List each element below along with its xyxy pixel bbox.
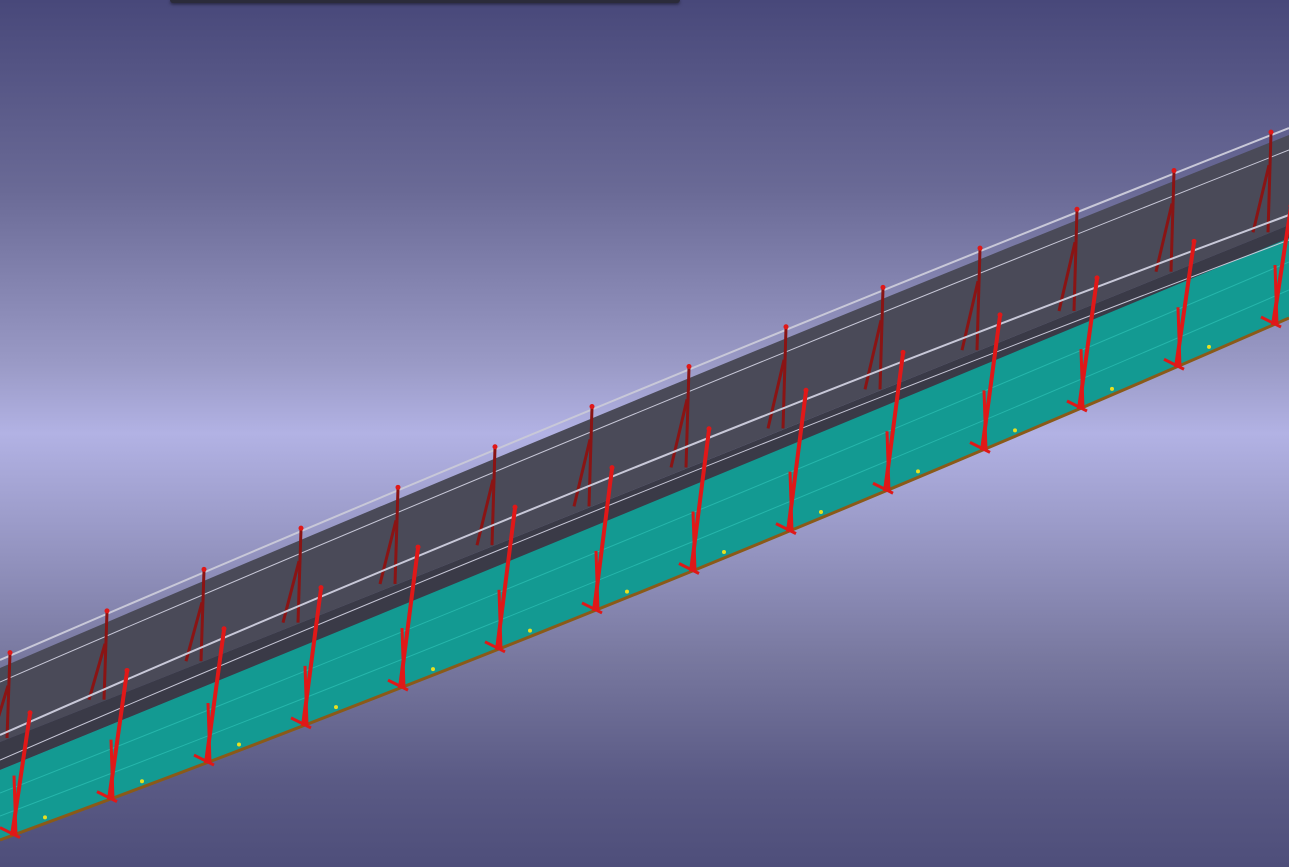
far-post-cap	[783, 324, 789, 330]
near-post-cap	[124, 667, 130, 673]
near-post-cap	[512, 504, 518, 510]
far-post-cap	[201, 566, 207, 572]
near-post-brace	[885, 431, 891, 492]
deck-bolt	[1013, 428, 1017, 433]
deck	[0, 238, 1289, 842]
wall-panel	[0, 135, 1289, 770]
far-post-cap	[1268, 129, 1274, 135]
far-post-cap	[1171, 168, 1177, 174]
deck-bolt	[1110, 386, 1114, 391]
deck-bolt	[625, 589, 629, 594]
far-post-cap	[1074, 206, 1080, 212]
near-post-brace	[12, 775, 18, 836]
wall-lower-band	[0, 225, 1289, 770]
far-post-cap	[395, 484, 401, 490]
near-post-cap	[803, 387, 809, 393]
near-post-cap	[27, 710, 33, 716]
near-post-brace	[982, 390, 988, 451]
near-post-cap	[997, 312, 1003, 318]
deck-bolt	[431, 667, 435, 672]
deck-bolt	[140, 779, 144, 784]
far-post-cap	[298, 525, 304, 531]
deck-bolt	[722, 550, 726, 555]
near-post-brace	[109, 739, 115, 800]
deck-bolt	[1207, 344, 1211, 349]
deck-bolt	[528, 628, 532, 633]
model-scene[interactable]	[0, 0, 1289, 867]
near-post-brace	[788, 471, 794, 532]
far-post-cap	[104, 608, 110, 614]
near-post-cap	[221, 626, 227, 632]
near-post-cap	[1094, 275, 1100, 281]
deck-surface	[0, 238, 1289, 840]
deck-bolt	[43, 815, 47, 820]
near-post-cap	[706, 426, 712, 432]
near-post-brace	[691, 511, 697, 572]
deck-bolt	[237, 742, 241, 747]
deck-bolt	[819, 509, 823, 514]
deck-bolt	[916, 469, 920, 474]
far-post-cap	[7, 650, 13, 656]
near-post-brace	[1273, 264, 1279, 326]
near-post-brace	[594, 550, 600, 611]
near-post-cap	[609, 465, 615, 471]
far-post-cap	[589, 403, 595, 409]
near-post-cap	[415, 544, 421, 550]
near-post-cap	[1191, 238, 1197, 244]
near-post-brace	[400, 628, 406, 689]
near-post-brace	[1079, 348, 1085, 410]
far-post-cap	[977, 245, 983, 251]
3d-viewport[interactable]	[0, 0, 1289, 867]
near-post-brace	[497, 589, 503, 650]
near-post-cap	[318, 585, 324, 591]
far-post-cap	[686, 364, 692, 370]
near-post-brace	[303, 665, 309, 726]
near-post-cap	[900, 349, 906, 355]
near-post-brace	[1176, 307, 1182, 368]
deck-bolt	[334, 705, 338, 710]
far-post-cap	[880, 284, 886, 290]
near-post-brace	[206, 702, 212, 764]
far-post-cap	[492, 444, 498, 450]
